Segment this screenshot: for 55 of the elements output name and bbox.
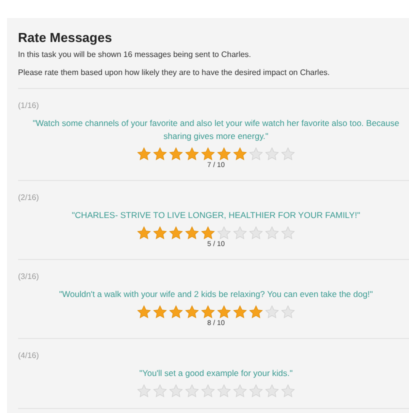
empty-star-icon[interactable] bbox=[233, 384, 247, 398]
filled-star-icon[interactable] bbox=[185, 147, 199, 161]
filled-star-icon[interactable] bbox=[153, 226, 167, 240]
message-text: "Watch some channels of your favorite and also let your wife watch her favorite also too. Because sharing gives more energy." bbox=[32, 117, 400, 143]
page-title: Rate Messages bbox=[18, 30, 113, 46]
filled-star-icon[interactable] bbox=[233, 305, 247, 319]
empty-star-icon[interactable] bbox=[265, 226, 279, 240]
empty-star-icon[interactable] bbox=[249, 147, 263, 161]
filled-star-icon[interactable] bbox=[137, 147, 151, 161]
filled-star-icon[interactable] bbox=[185, 305, 199, 319]
empty-star-icon[interactable] bbox=[233, 226, 247, 240]
empty-star-icon[interactable] bbox=[281, 226, 295, 240]
filled-star-icon[interactable] bbox=[153, 305, 167, 319]
empty-star-icon[interactable] bbox=[249, 226, 263, 240]
filled-star-icon[interactable] bbox=[217, 147, 231, 161]
empty-star-icon[interactable] bbox=[281, 305, 295, 319]
empty-star-icon[interactable] bbox=[169, 384, 183, 398]
filled-star-icon[interactable] bbox=[137, 305, 151, 319]
empty-star-icon[interactable] bbox=[265, 384, 279, 398]
instruction-text: Please rate them based upon how likely they are to have the desired impact on Charles. bbox=[18, 67, 331, 78]
star-rating[interactable] bbox=[137, 384, 295, 398]
empty-star-icon[interactable] bbox=[153, 384, 167, 398]
empty-star-icon[interactable] bbox=[217, 384, 231, 398]
empty-star-icon[interactable] bbox=[201, 384, 215, 398]
message-counter: (1/16) bbox=[18, 100, 39, 111]
star-rating[interactable] bbox=[137, 305, 295, 319]
message-counter: (3/16) bbox=[18, 271, 39, 282]
empty-star-icon[interactable] bbox=[281, 384, 295, 398]
filled-star-icon[interactable] bbox=[169, 147, 183, 161]
star-rating[interactable] bbox=[137, 226, 295, 240]
filled-star-icon[interactable] bbox=[201, 147, 215, 161]
message-text: "CHARLES- STRIVE TO LIVE LONGER, HEALTHIER FOR YOUR FAMILY!" bbox=[70, 209, 362, 222]
filled-star-icon[interactable] bbox=[185, 226, 199, 240]
empty-star-icon[interactable] bbox=[137, 384, 151, 398]
message-text: "You'll set a good example for your kids." bbox=[138, 367, 294, 380]
filled-star-icon[interactable] bbox=[169, 226, 183, 240]
filled-star-icon[interactable] bbox=[201, 305, 215, 319]
filled-star-icon[interactable] bbox=[169, 305, 183, 319]
filled-star-icon[interactable] bbox=[201, 226, 215, 240]
message-counter: (2/16) bbox=[18, 192, 39, 203]
empty-star-icon[interactable] bbox=[185, 384, 199, 398]
empty-star-icon[interactable] bbox=[249, 384, 263, 398]
filled-star-icon[interactable] bbox=[233, 147, 247, 161]
empty-star-icon[interactable] bbox=[265, 305, 279, 319]
empty-star-icon[interactable] bbox=[265, 147, 279, 161]
star-rating[interactable] bbox=[137, 147, 295, 161]
filled-star-icon[interactable] bbox=[217, 305, 231, 319]
instruction-text: In this task you will be shown 16 messages being sent to Charles. bbox=[18, 49, 252, 60]
filled-star-icon[interactable] bbox=[153, 147, 167, 161]
filled-star-icon[interactable] bbox=[137, 226, 151, 240]
message-text: "Wouldn't a walk with your wife and 2 kids be relaxing? You can even take the dog!" bbox=[58, 288, 374, 301]
empty-star-icon[interactable] bbox=[281, 147, 295, 161]
filled-star-icon[interactable] bbox=[249, 305, 263, 319]
message-counter: (4/16) bbox=[18, 350, 39, 361]
empty-star-icon[interactable] bbox=[217, 226, 231, 240]
